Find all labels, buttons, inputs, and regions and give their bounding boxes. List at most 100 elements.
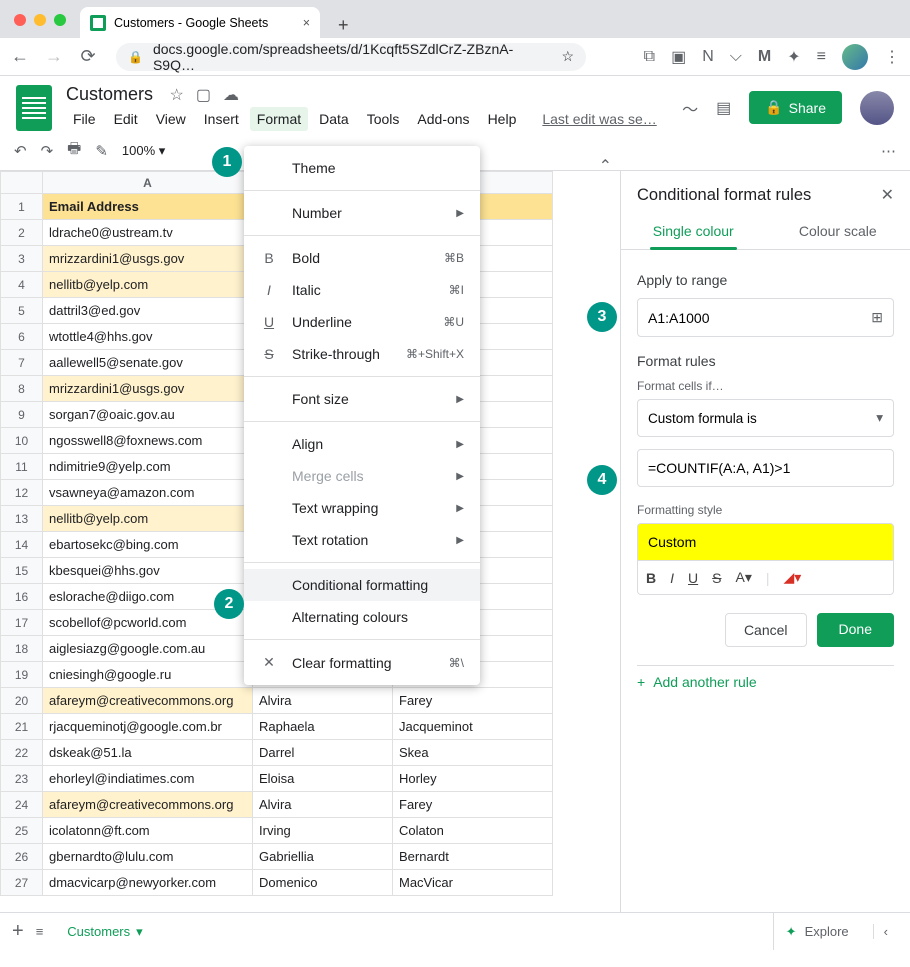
cell[interactable]: Eloisa bbox=[253, 766, 393, 792]
row-header[interactable]: 2 bbox=[1, 220, 43, 246]
more-tools-icon[interactable]: ⋯ bbox=[881, 142, 896, 160]
row-header[interactable]: 4 bbox=[1, 272, 43, 298]
close-panel-icon[interactable]: ✕ bbox=[881, 185, 894, 205]
row-header[interactable]: 24 bbox=[1, 792, 43, 818]
menu-format[interactable]: Format bbox=[250, 107, 308, 131]
menu-file[interactable]: File bbox=[66, 107, 103, 131]
print-icon[interactable]: 🖶 bbox=[67, 138, 81, 163]
menu-item-bold[interactable]: BBold⌘B bbox=[244, 242, 480, 274]
cancel-button[interactable]: Cancel bbox=[725, 613, 807, 647]
row-header[interactable]: 3 bbox=[1, 246, 43, 272]
close-window-icon[interactable] bbox=[14, 14, 26, 26]
cell[interactable]: Farey bbox=[393, 688, 553, 714]
menu-item-italic[interactable]: IItalic⌘I bbox=[244, 274, 480, 306]
style-preview[interactable]: Custom bbox=[637, 523, 894, 561]
cell[interactable]: Email Address bbox=[43, 194, 253, 220]
range-input[interactable]: A1:A1000 ⊞ bbox=[637, 298, 894, 337]
text-color-icon[interactable]: A▾ bbox=[735, 569, 751, 586]
cell[interactable]: ngosswell8@foxnews.com bbox=[43, 428, 253, 454]
cell[interactable]: Alvira bbox=[253, 688, 393, 714]
all-sheets-icon[interactable]: ≡ bbox=[36, 924, 44, 939]
menu-item-font-size[interactable]: Font size▶ bbox=[244, 383, 480, 415]
cell[interactable]: Colaton bbox=[393, 818, 553, 844]
ext-icon[interactable]: ≡ bbox=[817, 48, 826, 66]
cell[interactable]: ndimitrie9@yelp.com bbox=[43, 454, 253, 480]
back-button[interactable]: ← bbox=[10, 46, 30, 67]
cell[interactable]: nellitb@yelp.com bbox=[43, 506, 253, 532]
row-header[interactable]: 27 bbox=[1, 870, 43, 896]
cell[interactable]: nellitb@yelp.com bbox=[43, 272, 253, 298]
move-document-icon[interactable]: ▢ bbox=[196, 85, 211, 105]
menu-item-conditional-formatting[interactable]: Conditional formatting bbox=[244, 569, 480, 601]
grid-icon[interactable]: ⊞ bbox=[871, 309, 883, 326]
cell[interactable]: icolatonn@ft.com bbox=[43, 818, 253, 844]
share-button[interactable]: 🔒 Share bbox=[749, 91, 842, 124]
undo-icon[interactable]: ↶ bbox=[14, 142, 27, 160]
cell[interactable]: Irving bbox=[253, 818, 393, 844]
cell[interactable]: dskeak@51.la bbox=[43, 740, 253, 766]
ext-icon[interactable]: M bbox=[758, 48, 771, 66]
row-header[interactable]: 5 bbox=[1, 298, 43, 324]
underline-icon[interactable]: U bbox=[688, 570, 698, 586]
account-avatar[interactable] bbox=[860, 91, 894, 125]
explore-button[interactable]: ✦ Explore bbox=[773, 913, 861, 950]
comments-icon[interactable]: ▤ bbox=[716, 98, 731, 118]
add-sheet-icon[interactable]: + bbox=[12, 920, 24, 943]
cell[interactable]: Farey bbox=[393, 792, 553, 818]
row-header[interactable]: 20 bbox=[1, 688, 43, 714]
menu-item-text-wrapping[interactable]: Text wrapping▶ bbox=[244, 492, 480, 524]
row-header[interactable]: 10 bbox=[1, 428, 43, 454]
cell[interactable]: rjacqueminotj@google.com.br bbox=[43, 714, 253, 740]
cell[interactable]: dattril3@ed.gov bbox=[43, 298, 253, 324]
cell[interactable]: aallewell5@senate.gov bbox=[43, 350, 253, 376]
cell[interactable]: cniesingh@google.ru bbox=[43, 662, 253, 688]
menu-tools[interactable]: Tools bbox=[360, 107, 407, 131]
strike-icon[interactable]: S bbox=[712, 570, 721, 586]
paint-format-icon[interactable]: ✎ bbox=[95, 142, 108, 160]
bold-icon[interactable]: B bbox=[646, 570, 656, 586]
row-header[interactable]: 22 bbox=[1, 740, 43, 766]
condition-select[interactable]: Custom formula is ▾ bbox=[637, 399, 894, 437]
menu-item-text-rotation[interactable]: Text rotation▶ bbox=[244, 524, 480, 556]
star-icon[interactable]: ☆ bbox=[561, 48, 574, 65]
fill-color-icon[interactable]: ◢▾ bbox=[784, 569, 802, 586]
star-document-icon[interactable]: ☆ bbox=[169, 85, 183, 105]
menu-insert[interactable]: Insert bbox=[197, 107, 246, 131]
row-header[interactable]: 1 bbox=[1, 194, 43, 220]
menu-edit[interactable]: Edit bbox=[107, 107, 145, 131]
row-header[interactable]: 15 bbox=[1, 558, 43, 584]
sheet-tab-customers[interactable]: Customers▾ bbox=[55, 924, 154, 940]
menu-view[interactable]: View bbox=[149, 107, 193, 131]
cell[interactable]: vsawneya@amazon.com bbox=[43, 480, 253, 506]
cell[interactable]: wtottle4@hhs.gov bbox=[43, 324, 253, 350]
cell[interactable]: Skea bbox=[393, 740, 553, 766]
maximize-window-icon[interactable] bbox=[54, 14, 66, 26]
row-header[interactable]: 6 bbox=[1, 324, 43, 350]
menu-help[interactable]: Help bbox=[481, 107, 524, 131]
trends-icon[interactable]: 〜 bbox=[682, 96, 698, 120]
row-header[interactable]: 19 bbox=[1, 662, 43, 688]
last-edit-link[interactable]: Last edit was se… bbox=[535, 107, 663, 131]
cell[interactable]: mrizzardini1@usgs.gov bbox=[43, 246, 253, 272]
row-header[interactable]: 12 bbox=[1, 480, 43, 506]
cell[interactable]: Bernardt bbox=[393, 844, 553, 870]
row-header[interactable]: 16 bbox=[1, 584, 43, 610]
zoom-select[interactable]: 100% ▾ bbox=[122, 143, 165, 159]
row-header[interactable]: 13 bbox=[1, 506, 43, 532]
row-header[interactable]: 11 bbox=[1, 454, 43, 480]
cloud-status-icon[interactable]: ☁ bbox=[223, 85, 239, 105]
cell[interactable]: mrizzardini1@usgs.gov bbox=[43, 376, 253, 402]
cell[interactable]: afareym@creativecommons.org bbox=[43, 688, 253, 714]
profile-avatar[interactable] bbox=[842, 44, 868, 70]
row-header[interactable]: 7 bbox=[1, 350, 43, 376]
sheet-tab-menu-icon[interactable]: ▾ bbox=[136, 924, 143, 940]
cell[interactable]: aiglesiazg@google.com.au bbox=[43, 636, 253, 662]
cell[interactable]: sorgan7@oaic.gov.au bbox=[43, 402, 253, 428]
cell[interactable]: Domenico bbox=[253, 870, 393, 896]
browser-tab[interactable]: Customers - Google Sheets × bbox=[80, 7, 320, 38]
ext-icon[interactable]: ⧉ bbox=[644, 48, 655, 66]
cell[interactable]: ldrache0@ustream.tv bbox=[43, 220, 253, 246]
row-header[interactable]: 23 bbox=[1, 766, 43, 792]
side-panel-toggle-icon[interactable]: ‹ bbox=[873, 924, 898, 939]
menu-item-underline[interactable]: UUnderline⌘U bbox=[244, 306, 480, 338]
